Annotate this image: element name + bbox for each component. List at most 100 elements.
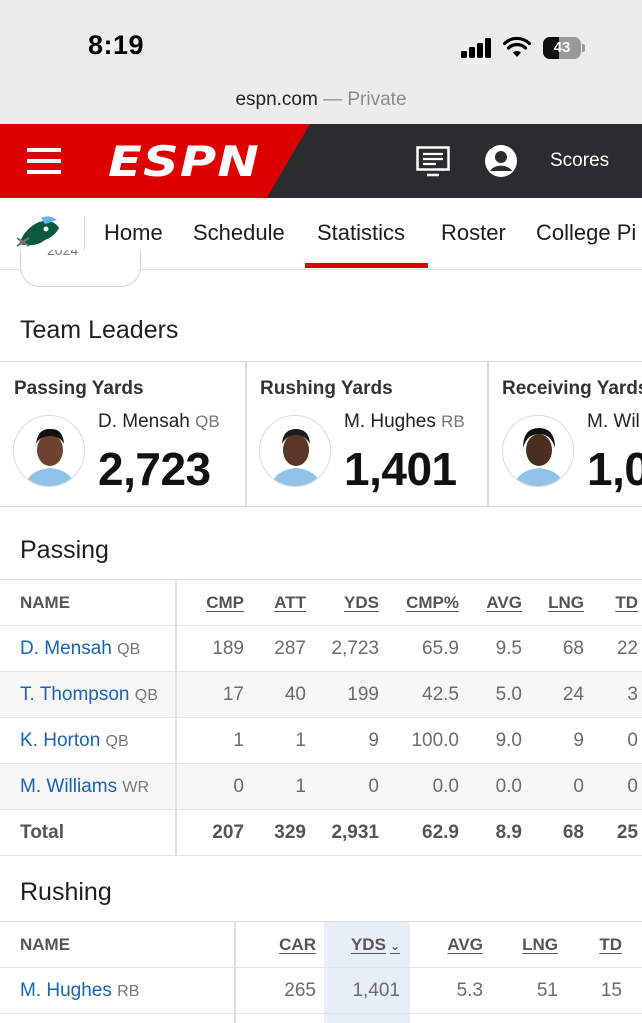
col-header-td[interactable]: TD xyxy=(615,593,638,612)
battery-icon: 43 xyxy=(543,37,585,59)
battery-percent: 43 xyxy=(553,39,571,56)
col-header-yds[interactable]: YDS xyxy=(344,593,379,612)
ios-status-bar: 8:19 43 xyxy=(0,0,642,80)
stat-cell: 0 xyxy=(592,717,642,764)
stat-cell: 17 xyxy=(176,671,252,718)
col-header-cmp[interactable]: CMP xyxy=(206,593,244,612)
tv-icon[interactable] xyxy=(416,146,450,178)
stat-cell: 0 xyxy=(314,763,387,810)
rushing-table: NAME CAR YDS ⌄ AVG LNG TD M. Hughes RB 26… xyxy=(0,921,642,1023)
stat-cell: 287 xyxy=(252,625,314,672)
team-leaders-row: Passing Yards D. Mensah QB 2,723 Rushing… xyxy=(0,361,642,507)
table-row xyxy=(0,1013,642,1023)
player-headshot xyxy=(13,415,85,487)
stat-cell: 3 xyxy=(592,671,642,718)
stat-cell: 22 xyxy=(592,625,642,672)
player-link[interactable]: T. Thompson xyxy=(20,684,129,705)
stat-cell: 9 xyxy=(530,717,592,764)
leader-card-rushing[interactable]: Rushing Yards M. Hughes RB 1,401 xyxy=(247,362,487,506)
leader-value: 1,401 xyxy=(344,443,457,495)
player-link[interactable]: K. Horton xyxy=(20,730,100,751)
espn-logo[interactable]: ESPN xyxy=(108,137,260,186)
stat-cell: 25 xyxy=(592,809,642,856)
browser-url-bar[interactable]: espn.com — Private xyxy=(0,80,642,124)
tab-home[interactable]: Home xyxy=(104,220,163,246)
tab-college-pickem[interactable]: College Pi xyxy=(536,220,636,246)
table-header-row: NAME CMP ATT YDS CMP% AVG LNG TD xyxy=(0,579,642,626)
leader-position: QB xyxy=(195,412,220,431)
team-logo[interactable] xyxy=(15,214,63,252)
col-header-att[interactable]: ATT xyxy=(274,593,306,612)
active-tab-indicator xyxy=(305,263,428,268)
stat-cell: 24 xyxy=(530,671,592,718)
stat-cell: 329 xyxy=(252,809,314,856)
stat-cell: 68 xyxy=(530,809,592,856)
cellular-signal-icon xyxy=(461,38,493,58)
stat-cell: 51 xyxy=(491,967,566,1014)
col-header-td[interactable]: TD xyxy=(599,935,622,954)
stat-cell: 9 xyxy=(314,717,387,764)
player-link[interactable]: M. Hughes xyxy=(20,980,112,1001)
stat-cell: 9.0 xyxy=(467,717,530,764)
tab-schedule[interactable]: Schedule xyxy=(193,220,285,246)
table-total-row: Total 207 329 2,931 62.9 8.9 68 25 xyxy=(0,809,642,856)
col-header-avg[interactable]: AVG xyxy=(486,593,522,612)
tab-statistics[interactable]: Statistics xyxy=(317,220,405,246)
leader-name: M. Hughes xyxy=(344,411,436,432)
leader-card-receiving[interactable]: Receiving Yards M. Wil 1,0 xyxy=(489,362,642,506)
col-header-cmp-pct[interactable]: CMP% xyxy=(406,593,459,612)
player-position: QB xyxy=(134,686,158,704)
url-domain: espn.com xyxy=(235,89,318,110)
col-header-avg[interactable]: AVG xyxy=(447,935,483,954)
leader-value: 2,723 xyxy=(98,443,211,495)
team-leaders-title: Team Leaders xyxy=(20,316,179,344)
stat-cell: 2,723 xyxy=(314,625,387,672)
passing-title: Passing xyxy=(20,536,109,564)
stat-cell: 62.9 xyxy=(387,809,467,856)
player-link[interactable]: D. Mensah xyxy=(20,638,112,659)
stat-cell: 1,401 xyxy=(324,967,410,1014)
stat-cell: 189 xyxy=(176,625,252,672)
scores-link[interactable]: Scores xyxy=(550,150,609,172)
season-selector[interactable]: 2024 xyxy=(20,250,141,287)
table-row: T. Thompson QB 17 40 199 42.5 5.0 24 3 xyxy=(0,671,642,718)
rushing-title: Rushing xyxy=(20,878,112,906)
table-row: M. Williams WR 0 1 0 0.0 0.0 0 0 xyxy=(0,763,642,810)
stat-cell: 199 xyxy=(314,671,387,718)
stat-cell: 5.3 xyxy=(410,967,491,1014)
col-header-name: NAME xyxy=(0,921,236,968)
stat-cell: 1 xyxy=(176,717,252,764)
col-header-yds[interactable]: YDS xyxy=(351,935,386,954)
col-header-lng[interactable]: LNG xyxy=(548,593,584,612)
leader-category: Passing Yards xyxy=(14,378,144,399)
stat-cell: 0 xyxy=(176,763,252,810)
tab-roster[interactable]: Roster xyxy=(441,220,506,246)
stat-cell: 100.0 xyxy=(387,717,467,764)
sort-descending-icon[interactable]: ⌄ xyxy=(390,939,400,953)
season-label: 2024 xyxy=(47,250,79,258)
stat-cell: 1 xyxy=(252,717,314,764)
stat-cell: 42.5 xyxy=(387,671,467,718)
hamburger-menu-icon[interactable] xyxy=(27,144,61,178)
leader-name: D. Mensah xyxy=(98,411,190,432)
stat-cell: 65.9 xyxy=(387,625,467,672)
player-position: WR xyxy=(122,778,150,796)
stat-cell: 0 xyxy=(592,763,642,810)
table-header-row: NAME CAR YDS ⌄ AVG LNG TD xyxy=(0,921,642,968)
player-position: RB xyxy=(117,982,140,1000)
col-header-car[interactable]: CAR xyxy=(279,935,316,954)
stat-cell: 0 xyxy=(530,763,592,810)
profile-icon[interactable] xyxy=(484,144,518,178)
leader-value: 1,0 xyxy=(587,443,642,495)
stat-cell: 207 xyxy=(176,809,252,856)
col-header-lng[interactable]: LNG xyxy=(522,935,558,954)
table-row: K. Horton QB 1 1 9 100.0 9.0 9 0 xyxy=(0,717,642,764)
player-headshot xyxy=(502,415,574,487)
stat-cell: 0.0 xyxy=(387,763,467,810)
leader-card-passing[interactable]: Passing Yards D. Mensah QB 2,723 xyxy=(0,362,245,506)
table-row: D. Mensah QB 189 287 2,723 65.9 9.5 68 2… xyxy=(0,625,642,672)
player-link[interactable]: M. Williams xyxy=(20,776,117,797)
leader-position: RB xyxy=(441,412,465,431)
leader-category: Receiving Yards xyxy=(502,378,642,399)
table-row: M. Hughes RB 265 1,401 5.3 51 15 xyxy=(0,967,642,1014)
